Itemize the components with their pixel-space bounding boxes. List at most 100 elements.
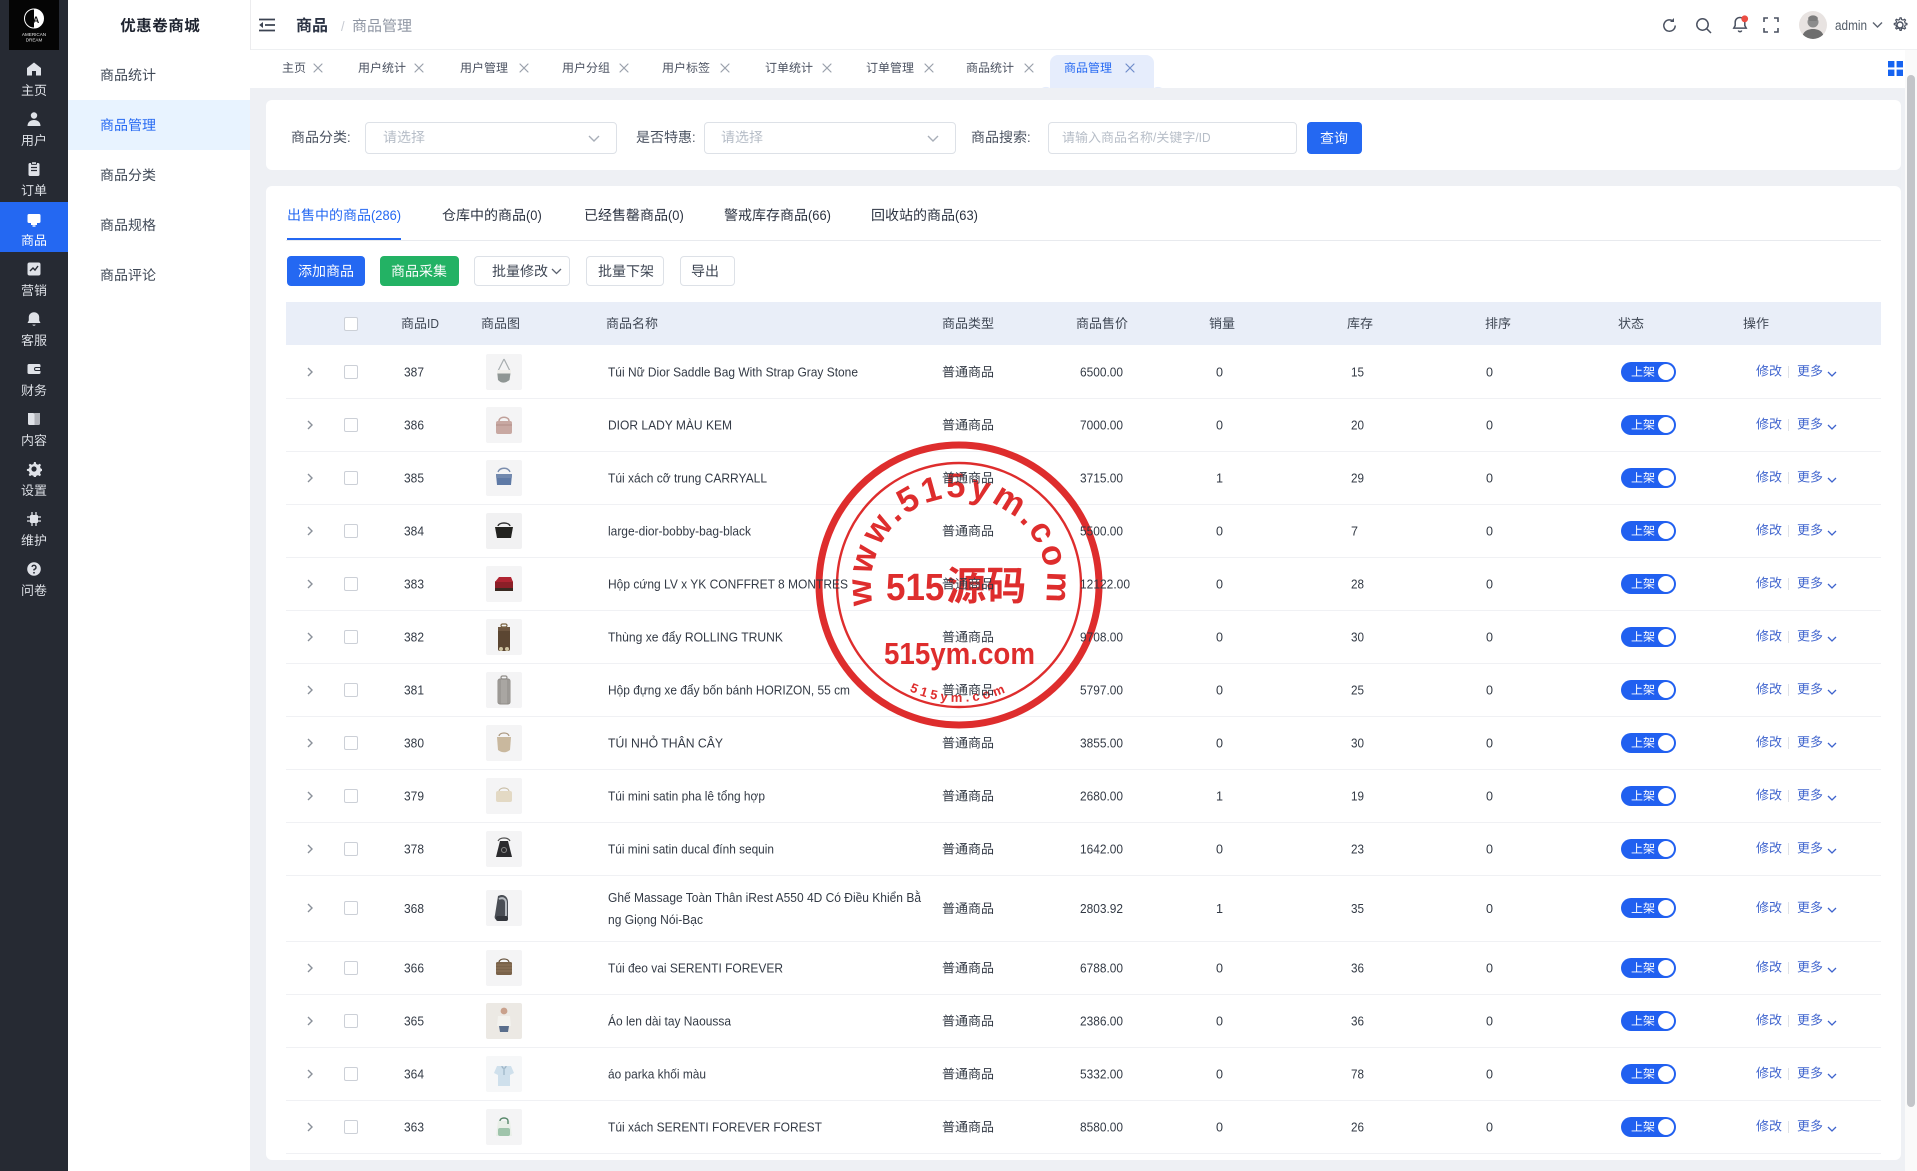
svg-text:(286): (286) <box>371 207 401 223</box>
svg-text:23: 23 <box>1351 842 1364 857</box>
svg-text:0: 0 <box>1216 418 1223 433</box>
svg-text:0: 0 <box>1216 1120 1223 1135</box>
svg-text:0: 0 <box>1216 736 1223 751</box>
svg-text:1: 1 <box>1216 901 1223 916</box>
svg-text::: : <box>1027 129 1031 145</box>
svg-text:0: 0 <box>1486 842 1493 857</box>
svg-text:363: 363 <box>404 1120 424 1135</box>
svg-text:9708.00: 9708.00 <box>1080 630 1123 645</box>
svg-text:(0): (0) <box>526 207 542 223</box>
svg-text:35: 35 <box>1351 901 1364 916</box>
svg-text:Túi đeo vai SERENTI FOREVER: Túi đeo vai SERENTI FOREVER <box>608 961 783 976</box>
svg-text:(63): (63) <box>955 207 978 223</box>
svg-text:7000.00: 7000.00 <box>1080 418 1123 433</box>
svg-text:7: 7 <box>1351 524 1358 539</box>
svg-text:26: 26 <box>1351 1120 1364 1135</box>
svg-text:28: 28 <box>1351 577 1364 592</box>
svg-text:12122.00: 12122.00 <box>1080 577 1130 592</box>
svg-text:0: 0 <box>1486 471 1493 486</box>
svg-text:5332.00: 5332.00 <box>1080 1067 1123 1082</box>
svg-text:0: 0 <box>1216 365 1223 380</box>
svg-text:379: 379 <box>404 789 424 804</box>
svg-text:Ghế Massage Toàn Thân iRest A5: Ghế Massage Toàn Thân iRest A550 4D Có Đ… <box>608 890 922 905</box>
svg-text:1: 1 <box>1216 471 1223 486</box>
svg-text:/: / <box>341 18 345 34</box>
svg-text:0: 0 <box>1216 683 1223 698</box>
svg-text:0: 0 <box>1486 789 1493 804</box>
svg-text:Túi mini satin ducal đính sequ: Túi mini satin ducal đính sequin <box>608 842 774 857</box>
svg-text:382: 382 <box>404 630 424 645</box>
svg-text:(66): (66) <box>808 207 831 223</box>
svg-text:/ID: /ID <box>1195 130 1210 145</box>
svg-text:0: 0 <box>1486 901 1493 916</box>
svg-text:DIOR LADY MÀU KEM: DIOR LADY MÀU KEM <box>608 418 732 433</box>
svg-text:8580.00: 8580.00 <box>1080 1120 1123 1135</box>
svg-text:Túi xách cỡ trung CARRYALL: Túi xách cỡ trung CARRYALL <box>608 471 767 486</box>
svg-text:78: 78 <box>1351 1067 1364 1082</box>
svg-text:0: 0 <box>1486 418 1493 433</box>
svg-text:Túi mini satin pha lê tổng hợp: Túi mini satin pha lê tổng hợp <box>608 789 765 804</box>
svg-text:0: 0 <box>1486 683 1493 698</box>
svg-text:Áo len dài tay Naoussa: Áo len dài tay Naoussa <box>608 1014 732 1029</box>
svg-text:1642.00: 1642.00 <box>1080 842 1123 857</box>
svg-text:0: 0 <box>1486 365 1493 380</box>
svg-text:25: 25 <box>1351 683 1364 698</box>
svg-text:Túi xách SERENTI FOREVER FORES: Túi xách SERENTI FOREVER FOREST <box>608 1120 822 1135</box>
svg-text::: : <box>692 129 696 145</box>
svg-text:20: 20 <box>1351 418 1364 433</box>
svg-text:0: 0 <box>1216 1067 1223 1082</box>
svg-text:366: 366 <box>404 961 424 976</box>
svg-text:384: 384 <box>404 524 424 539</box>
svg-text:0: 0 <box>1486 1014 1493 1029</box>
svg-text:0: 0 <box>1486 630 1493 645</box>
svg-text:386: 386 <box>404 418 424 433</box>
svg-text:368: 368 <box>404 901 424 916</box>
svg-text:ID: ID <box>427 316 439 331</box>
svg-text:385: 385 <box>404 471 424 486</box>
svg-text:3855.00: 3855.00 <box>1080 736 1123 751</box>
svg-text:2803.92: 2803.92 <box>1080 901 1123 916</box>
svg-text:6788.00: 6788.00 <box>1080 961 1123 976</box>
svg-text:383: 383 <box>404 577 424 592</box>
svg-text:0: 0 <box>1216 524 1223 539</box>
svg-text:ng Giọng Nói-Bạc: ng Giọng Nói-Bạc <box>608 912 703 927</box>
svg-text:0: 0 <box>1216 961 1223 976</box>
svg-text:6500.00: 6500.00 <box>1080 365 1123 380</box>
svg-text:36: 36 <box>1351 961 1364 976</box>
svg-text:Hộp đựng xe đẩy bốn bánh HORIZ: Hộp đựng xe đẩy bốn bánh HORIZON, 55 cm <box>608 683 850 698</box>
svg-text:15: 15 <box>1351 365 1364 380</box>
svg-text:/: / <box>1153 130 1157 145</box>
svg-text:380: 380 <box>404 736 424 751</box>
svg-text:0: 0 <box>1486 961 1493 976</box>
svg-text::: : <box>347 129 351 145</box>
svg-text:19: 19 <box>1351 789 1364 804</box>
svg-text:378: 378 <box>404 842 424 857</box>
svg-text:30: 30 <box>1351 630 1364 645</box>
svg-text:3715.00: 3715.00 <box>1080 471 1123 486</box>
svg-text:0: 0 <box>1216 1014 1223 1029</box>
svg-text:2386.00: 2386.00 <box>1080 1014 1123 1029</box>
svg-text:5500.00: 5500.00 <box>1080 524 1123 539</box>
svg-text:36: 36 <box>1351 1014 1364 1029</box>
svg-text:large-dior-bobby-bag-black: large-dior-bobby-bag-black <box>608 524 751 539</box>
svg-text:0: 0 <box>1216 577 1223 592</box>
svg-text:2680.00: 2680.00 <box>1080 789 1123 804</box>
svg-text:áo parka khối màu: áo parka khối màu <box>608 1067 706 1082</box>
svg-text:381: 381 <box>404 683 424 698</box>
svg-text:admin: admin <box>1835 18 1867 33</box>
svg-text:Túi Nữ Dior Saddle Bag With St: Túi Nữ Dior Saddle Bag With Strap Gray S… <box>608 365 858 380</box>
svg-text:Hộp cứng LV x YK CONFFRET 8 MO: Hộp cứng LV x YK CONFFRET 8 MONTRES <box>608 577 848 592</box>
svg-text:387: 387 <box>404 365 424 380</box>
svg-text:1: 1 <box>1216 789 1223 804</box>
svg-text:365: 365 <box>404 1014 424 1029</box>
svg-text:364: 364 <box>404 1067 424 1082</box>
svg-text:0: 0 <box>1486 1067 1493 1082</box>
svg-text:(0): (0) <box>668 207 684 223</box>
svg-text:0: 0 <box>1486 524 1493 539</box>
svg-text:Thùng xe đẩy ROLLING TRUNK: Thùng xe đẩy ROLLING TRUNK <box>608 630 783 645</box>
svg-text:0: 0 <box>1486 736 1493 751</box>
svg-text:29: 29 <box>1351 471 1364 486</box>
svg-text:0: 0 <box>1486 1120 1493 1135</box>
svg-text:0: 0 <box>1216 842 1223 857</box>
svg-text:0: 0 <box>1216 630 1223 645</box>
